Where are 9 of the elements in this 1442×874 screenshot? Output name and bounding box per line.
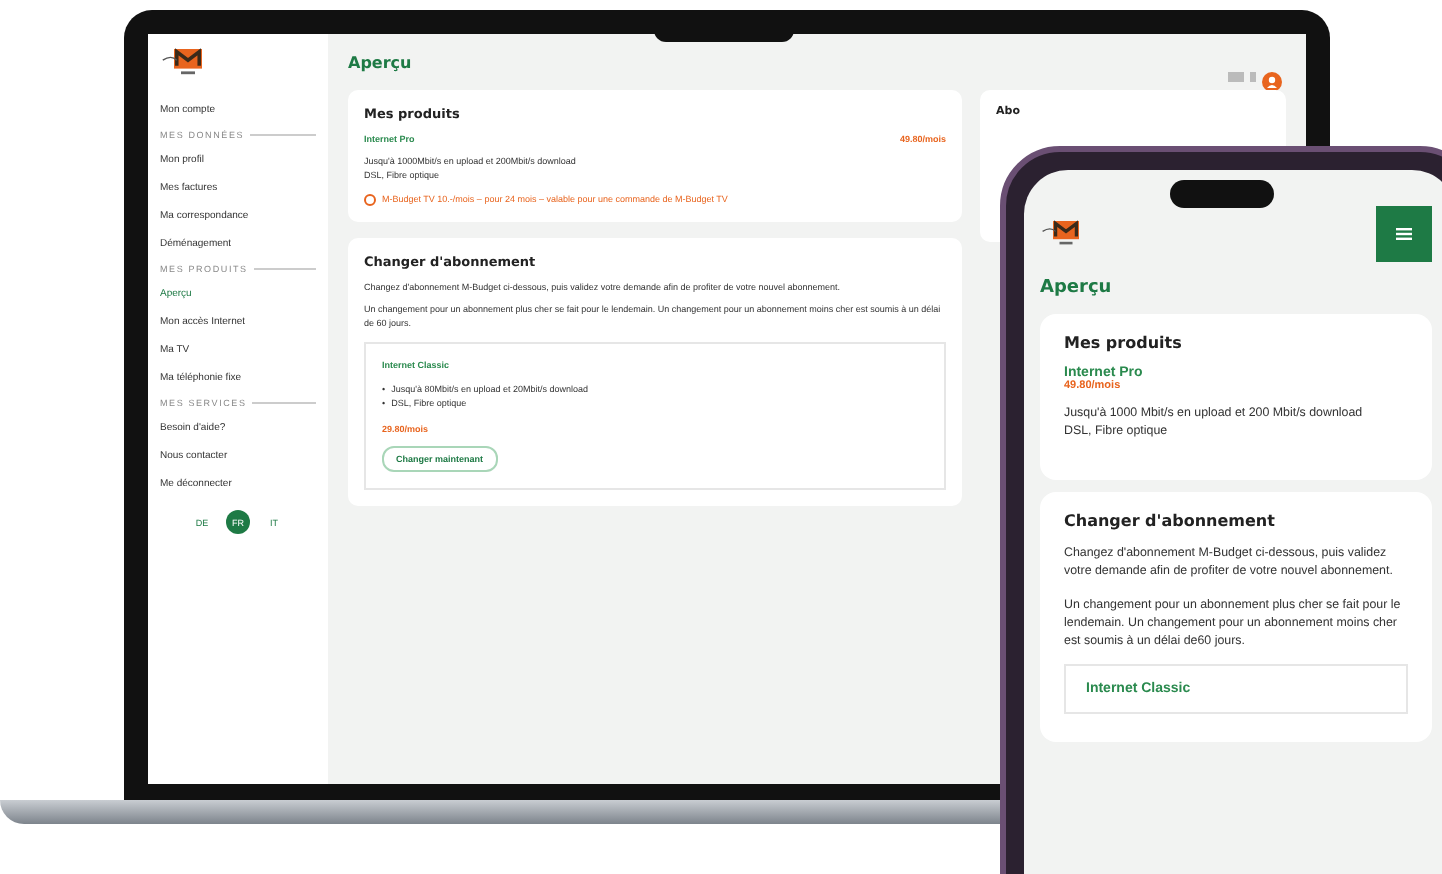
- user-icon: [1262, 66, 1282, 86]
- menu-button[interactable]: [1376, 206, 1432, 262]
- circle-icon: [364, 193, 376, 205]
- page-title: Aperçu: [1040, 278, 1114, 298]
- card-title: Changer d'abonnement: [1064, 511, 1277, 530]
- page-title: Aperçu: [348, 53, 412, 71]
- card-title: Mes produits: [1064, 334, 1184, 352]
- camera-notch: [1170, 180, 1274, 208]
- menu-icon: [1396, 228, 1412, 240]
